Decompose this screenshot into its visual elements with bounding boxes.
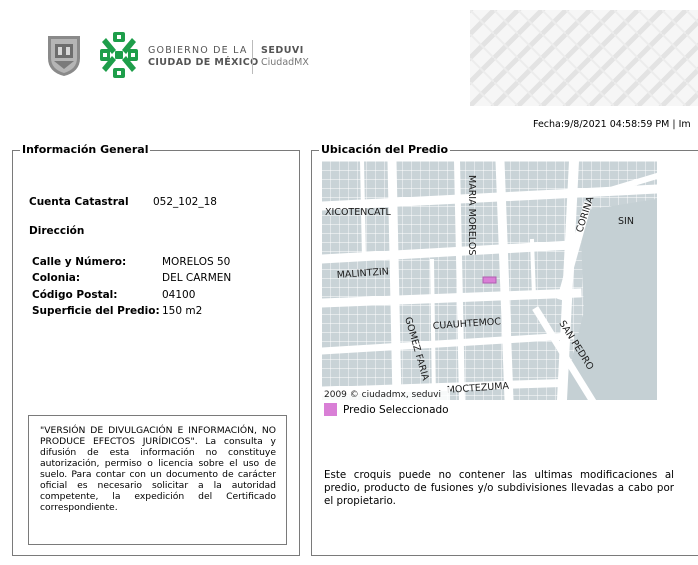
disclaimer-text: "VERSIÓN DE DIVULGACIÓN E INFORMACIÓN, N…	[40, 425, 276, 513]
general-info-panel: Información General Cuenta Catastral 052…	[12, 143, 300, 556]
codigo-postal-label: Código Postal:	[32, 289, 118, 301]
superficie-value: 150 m2	[162, 305, 203, 317]
direccion-label: Dirección	[29, 225, 85, 237]
government-title-line1: GOBIERNO DE LA	[148, 45, 248, 56]
agency-subtitle: CiudadMX	[261, 57, 309, 68]
cuenta-catastral-value: 052_102_18	[153, 196, 217, 208]
map-credit: 2009 © ciudadmx, seduvi	[324, 390, 441, 400]
calle-value: MORELOS 50	[162, 256, 231, 268]
map-disclaimer-note: Este croquis puede no contener las ultim…	[324, 469, 674, 507]
calle-label: Calle y Número:	[32, 256, 127, 268]
location-map[interactable]: XICOTENCATL MARIA MORELOS SIN CORINA MAL…	[317, 155, 662, 406]
cuenta-catastral-label: Cuenta Catastral	[29, 196, 129, 208]
superficie-label: Superficie del Predio:	[32, 305, 160, 317]
selected-parcel-legend-label: Predio Seleccionado	[343, 404, 449, 416]
codigo-postal-value: 04100	[162, 289, 196, 301]
location-legend: Ubicación del Predio	[319, 143, 451, 156]
government-title-line2: CIUDAD DE MÉXICO	[148, 57, 259, 68]
selected-parcel-swatch	[324, 403, 337, 416]
cdmx-emblem-logo	[98, 30, 140, 80]
header-divider	[252, 40, 253, 74]
general-info-legend: Información General	[20, 143, 151, 156]
header-decorative-pattern	[470, 10, 698, 106]
cdmx-shield-logo	[46, 34, 82, 78]
street-label-maria-morelos: MARIA MORELOS	[466, 175, 477, 255]
selected-parcel[interactable]	[482, 276, 497, 284]
timestamp: Fecha:9/8/2021 04:58:59 PM | Im	[533, 119, 691, 130]
colonia-value: DEL CARMEN	[162, 272, 232, 284]
colonia-label: Colonia:	[32, 272, 81, 284]
disclaimer-box: "VERSIÓN DE DIVULGACIÓN E INFORMACIÓN, N…	[28, 415, 287, 545]
agency-name: SEDUVI	[261, 45, 304, 56]
location-panel: Ubicación del Predio XICOTENCATL MARIA M…	[311, 143, 698, 556]
street-label-xicotencatl: XICOTENCATL	[325, 207, 392, 218]
street-label-sin: SIN	[618, 216, 634, 227]
